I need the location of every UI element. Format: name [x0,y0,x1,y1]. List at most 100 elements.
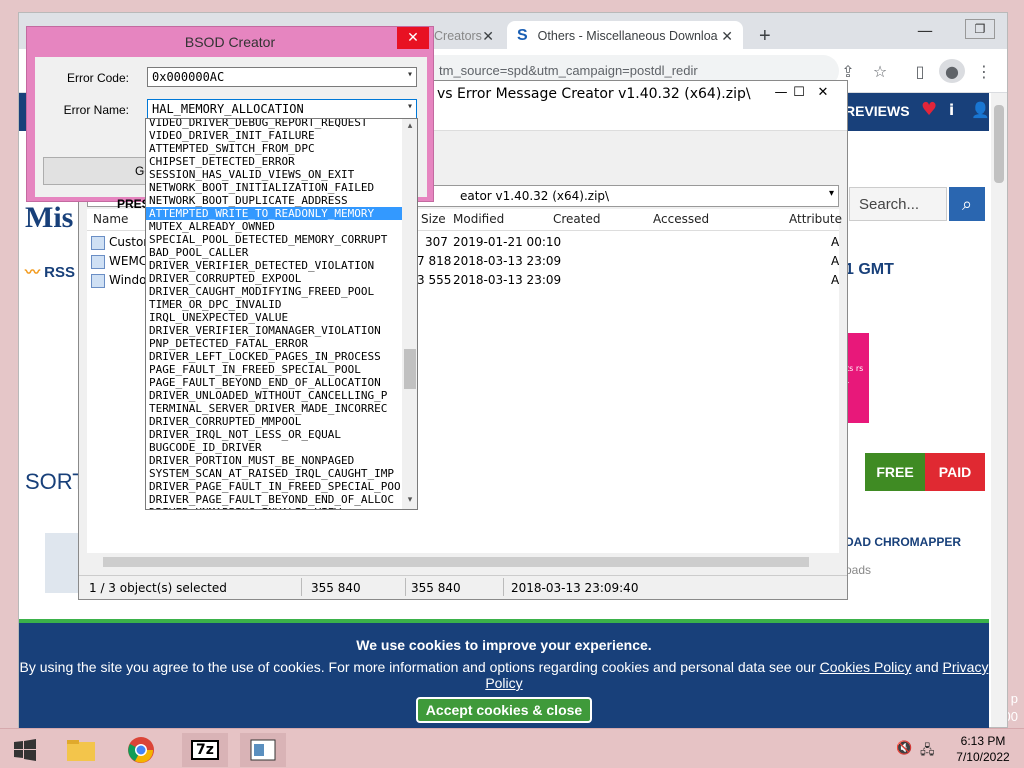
chrome-icon[interactable] [118,733,164,767]
dropdown-option[interactable]: BUGCODE_ID_DRIVER [146,441,402,454]
user-icon[interactable]: 👤 [971,101,989,119]
dropdown-option[interactable]: DRIVER_PORTION_MUST_BE_NONPAGED [146,454,402,467]
cookies-policy-link[interactable]: Cookies Policy [820,659,912,675]
dropdown-option[interactable]: SYSTEM_SCAN_AT_RAISED_IRQL_CAUGHT_IMP [146,467,402,480]
dropdown-option[interactable]: ATTEMPTED_WRITE_TO_READONLY_MEMORY [146,207,402,220]
start-icon[interactable] [2,733,48,767]
status-size: 355 840 [311,581,361,595]
col-size[interactable]: Size [421,212,446,226]
col-attributes[interactable]: Attribute [789,212,842,226]
dropdown-scrollbar-thumb[interactable] [404,349,416,389]
dropdown-option[interactable]: CHIPSET_DETECTED_ERROR [146,155,402,168]
status-selected: 1 / 3 object(s) selected [89,581,227,595]
menu-dots-icon[interactable]: ⋮ [971,59,997,83]
error-name-select[interactable]: HAL_MEMORY_ALLOCATION ▾ [147,99,417,119]
close-icon[interactable]: ✕ [397,27,429,49]
dropdown-option[interactable]: IRQL_UNEXPECTED_VALUE [146,311,402,324]
horizontal-scrollbar-thumb[interactable] [103,557,809,567]
cookie-banner: We use cookies to improve your experienc… [19,623,989,729]
col-name[interactable]: Name [93,212,128,226]
dropdown-option[interactable]: TIMER_OR_DPC_INVALID [146,298,402,311]
path-text: eator v1.40.32 (x64).zip\ [460,189,610,203]
file-attr: A [831,273,840,287]
dropdown-option[interactable]: DRIVER_LEFT_LOCKED_PAGES_IN_PROCESS [146,350,402,363]
chevron-down-icon[interactable]: ▾ [407,69,413,80]
sevenzip-taskbar-button[interactable]: 7z [182,733,228,767]
dropdown-option[interactable]: DRIVER_CORRUPTED_EXPOOL [146,272,402,285]
dropdown-option[interactable]: DRIVER_VERIFIER_IOMANAGER_VIOLATION [146,324,402,337]
dropdown-option[interactable]: TERMINAL_SERVER_DRIVER_MADE_INCORREC [146,402,402,415]
accept-cookies-button[interactable]: Accept cookies & close [415,697,593,723]
taskbar: 7z 🔇 🖧 6:13 PM 7/10/2022 [0,728,1024,768]
maximize-icon[interactable]: ❐ [965,19,995,39]
dropdown-option[interactable]: BAD_POOL_CALLER [146,246,402,259]
dropdown-option[interactable]: DRIVER_CAUGHT_MODIFYING_FREED_POOL [146,285,402,298]
dropdown-option[interactable]: VIDEO_DRIVER_INIT_FAILURE [146,129,402,142]
volume-muted-icon[interactable]: 🔇 [896,741,912,756]
dropdown-option[interactable]: DRIVER_CORRUPTED_MMPOOL [146,415,402,428]
error-name-dropdown[interactable]: VIDEO_DRIVER_DEBUG_REPORT_REQUEST VIDEO_D… [145,118,418,510]
file-icon [91,255,105,269]
close-icon[interactable]: ✕ [807,81,839,103]
search-placeholder: Search... [859,196,920,213]
side-panel-icon[interactable]: ▯ [907,59,933,83]
taskbar-clock[interactable]: 6:13 PM 7/10/2022 [948,733,1018,765]
dropdown-option[interactable]: DRIVER_UNMAPPING_INVALID_VIEW [146,506,402,509]
dropdown-option[interactable]: DRIVER_IRQL_NOT_LESS_OR_EQUAL [146,428,402,441]
dialog-title: BSOD Creator [184,34,276,50]
bookmark-star-icon[interactable]: ☆ [867,59,893,83]
bsod-creator-taskbar-button[interactable] [240,733,286,767]
dropdown-option[interactable]: NETWORK_BOOT_DUPLICATE_ADDRESS [146,194,402,207]
dropdown-option[interactable]: ATTEMPTED_SWITCH_FROM_DPC [146,142,402,155]
dropdown-option[interactable]: SESSION_HAS_VALID_VIEWS_ON_EXIT [146,168,402,181]
download-title[interactable]: DAD CHROMAPPER [845,535,961,549]
search-input[interactable]: Search... [849,187,947,221]
file-explorer-icon[interactable] [58,733,104,767]
error-code-select[interactable]: 0x000000AC ▾ [147,67,417,87]
filter-free-button[interactable]: FREE [865,453,925,491]
col-accessed[interactable]: Accessed [653,212,709,226]
search-button[interactable]: ⌕ [949,187,985,221]
profile-icon[interactable]: ● [939,59,965,83]
dropdown-option[interactable]: DRIVER_PAGE_FAULT_IN_FREED_SPECIAL_POO [146,480,402,493]
close-tab-icon[interactable]: ✕ [482,28,494,45]
dropdown-option[interactable]: VIDEO_DRIVER_DEBUG_REPORT_REQUEST [146,119,402,129]
new-tab-button[interactable]: + [749,21,785,51]
scroll-up-icon[interactable]: ▴ [404,121,416,131]
close-tab-icon[interactable]: ✕ [721,28,733,45]
page-heading: Mis [25,201,74,234]
dropdown-option[interactable]: DRIVER_VERIFIER_DETECTED_VIOLATION [146,259,402,272]
dropdown-scrollbar[interactable] [402,119,417,509]
page-scrollbar-thumb[interactable] [994,105,1004,183]
info-icon[interactable]: i [949,101,954,119]
dropdown-options: VIDEO_DRIVER_DEBUG_REPORT_REQUEST VIDEO_D… [146,119,402,509]
file-name: WEMC [109,254,148,268]
chevron-down-icon[interactable]: ▾ [407,101,413,112]
file-icon [91,274,105,288]
filter-paid-button[interactable]: PAID [925,453,985,491]
heart-icon[interactable]: ♥ [921,99,937,120]
tab-others[interactable]: S Others - Miscellaneous Downloa ✕ [507,21,743,51]
dropdown-option[interactable]: PNP_DETECTED_FATAL_ERROR [146,337,402,350]
dropdown-option[interactable]: SPECIAL_POOL_DETECTED_MEMORY_CORRUPT [146,233,402,246]
network-icon[interactable]: 🖧 [920,741,935,763]
minimize-icon[interactable]: — [905,13,945,47]
nav-reviews[interactable]: REVIEWS [845,103,910,119]
col-created[interactable]: Created [553,212,601,226]
divider [301,578,302,596]
chevron-down-icon[interactable]: ▾ [829,188,834,199]
dropdown-option[interactable]: PAGE_FAULT_BEYOND_END_OF_ALLOCATION [146,376,402,389]
dropdown-option[interactable]: DRIVER_UNLOADED_WITHOUT_CANCELLING_P [146,389,402,402]
dropdown-option[interactable]: MUTEX_ALREADY_OWNED [146,220,402,233]
page-scrollbar[interactable] [991,93,1007,727]
downloads-count: oads [845,563,872,577]
status-date: 2018-03-13 23:09:40 [511,581,639,595]
archive-title-text: vs Error Message Creator v1.40.32 (x64).… [437,86,751,102]
dropdown-option[interactable]: PAGE_FAULT_IN_FREED_SPECIAL_POOL [146,363,402,376]
dropdown-option[interactable]: NETWORK_BOOT_INITIALIZATION_FAILED [146,181,402,194]
tab-creators[interactable]: Creators ✕ [424,21,504,51]
dropdown-option[interactable]: DRIVER_PAGE_FAULT_BEYOND_END_OF_ALLOC [146,493,402,506]
scroll-down-icon[interactable]: ▾ [404,495,416,505]
file-size: 307 [425,235,448,249]
col-modified[interactable]: Modified [453,212,504,226]
